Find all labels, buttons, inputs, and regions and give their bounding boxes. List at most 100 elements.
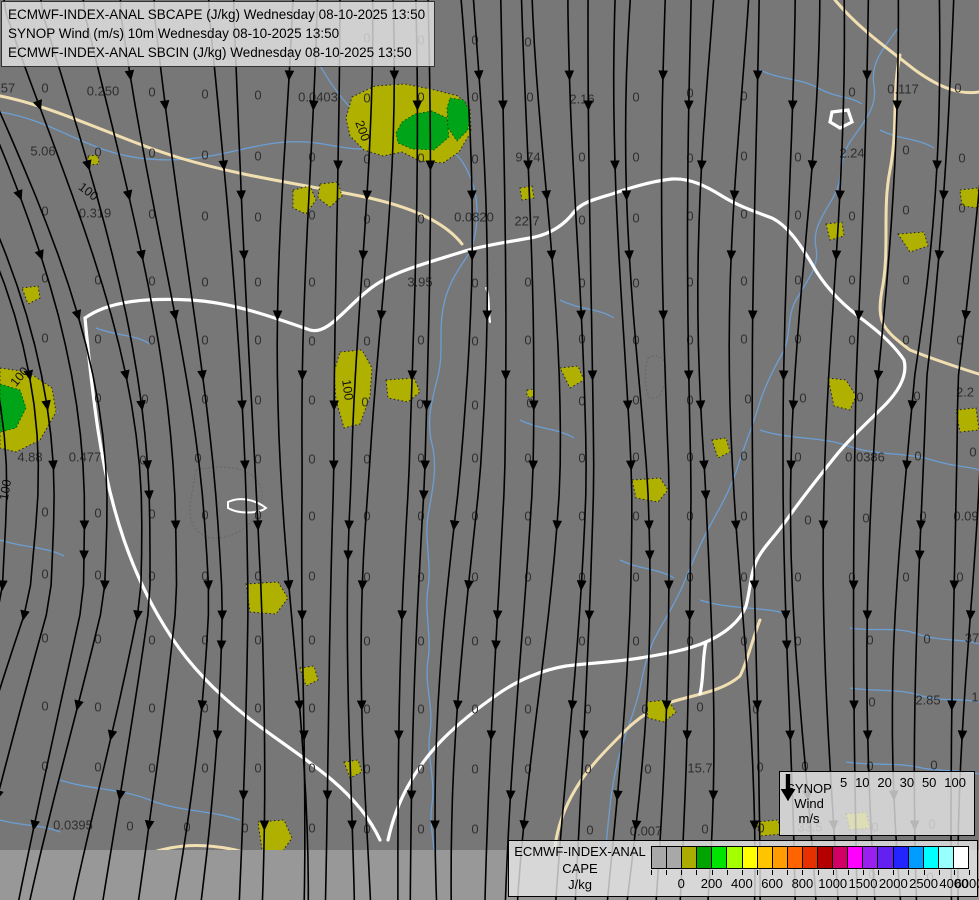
wind-arrowhead-icon [788,400,799,411]
cape-colorbar [651,846,969,869]
wind-arrowhead-icon [519,820,530,831]
cape-tick-label: 0 [677,876,685,891]
wind-arrowhead-icon [498,100,508,111]
wind-arrowhead-icon [236,190,246,201]
wind-streamline [957,470,979,900]
wind-streamline [346,0,374,900]
cape-tick-label: 6000 [954,876,979,891]
wind-arrowhead-icon [658,70,668,81]
wind-arrowhead-icon [699,460,709,471]
wind-arrowhead-icon [682,730,693,741]
wind-arrowhead-icon [299,730,309,741]
wind-arrowhead-icon [159,99,170,111]
wind-streamline [516,0,562,900]
cape-color-swatch [667,847,683,868]
wind-arrowhead-icon [849,700,859,711]
wind-arrowhead-icon [362,190,373,201]
wind-streamline [782,0,797,900]
cape-tick [681,870,683,875]
cape-tick [802,870,804,875]
wind-arrowhead-icon [20,609,30,621]
cape-tick-label: 1500 [848,876,878,891]
wind-arrowhead-icon [644,520,654,531]
wind-arrowhead-icon [787,100,798,111]
wind-arrowhead-icon [747,310,758,321]
wind-arrowhead-icon [473,70,484,81]
wind-streamline [119,0,210,900]
wind-arrowhead-icon [949,580,960,591]
wind-arrowhead-icon [528,460,538,471]
synop-legend-title-line: Wind [794,796,824,811]
wind-streamline [852,0,870,900]
cape-tick [953,870,955,875]
wind-streamline [606,0,633,900]
wind-arrowhead-icon [501,370,511,381]
wind-arrowhead-icon [297,370,308,381]
cape-legend-title-line: CAPE [562,860,598,876]
wind-arrowhead-icon [584,610,595,621]
wind-arrowhead-icon [100,580,110,591]
cape-tick [847,870,849,875]
cape-color-swatch [682,847,698,868]
wind-arrowhead-icon [357,580,368,591]
cape-color-swatch [742,847,758,868]
wind-streamline [300,0,319,900]
wind-arrow-icon [780,774,796,801]
wind-arrowhead-icon [644,550,655,561]
wind-arrowhead-icon [48,460,58,471]
wind-arrowhead-icon [259,820,270,831]
wind-arrowhead-icon [700,490,711,501]
wind-streamline [207,0,249,900]
wind-arrowhead-icon [730,520,741,531]
synop-speed-label: 5 [840,775,848,790]
cape-legend-title: ECMWF-INDEX-ANAL CAPE J/kg [513,844,647,894]
cape-tick [893,870,895,875]
wind-arrowhead-icon [74,699,84,711]
cape-color-swatch [863,847,879,868]
cape-tick [938,870,940,875]
wind-arrowhead-icon [419,490,429,501]
wind-arrowhead-icon [347,820,357,831]
wind-arrowhead-icon [708,790,719,801]
wind-arrowhead-icon [30,819,40,831]
wind-arrowhead-icon [835,190,845,201]
synop-speed-label: 30 [899,775,915,790]
wind-arrowhead-icon [449,519,460,531]
wind-arrowhead-icon [818,520,829,531]
wind-arrowhead-icon [142,460,152,471]
wind-streamline [40,0,151,900]
cape-color-swatch [893,847,909,868]
wind-arrowhead-icon [412,100,423,111]
cape-color-swatch [848,847,864,868]
wind-arrowhead-icon [133,609,143,621]
synop-speed-label: 20 [877,775,892,790]
wind-arrowhead-icon [862,70,872,81]
wind-streamline [789,0,821,900]
cape-color-swatch [727,847,743,868]
wind-arrowhead-icon [695,400,706,411]
wind-arrowhead-icon [240,460,250,471]
wind-arrowhead-icon [961,309,971,321]
cape-legend-units: J/kg [568,877,592,892]
wind-arrowhead-icon [453,700,463,711]
wind-arrowhead-icon [862,730,873,741]
wind-arrowhead-icon [932,160,942,171]
wind-arrowhead-icon [170,520,181,531]
wind-arrowhead-icon [203,580,213,591]
cape-color-swatch [833,847,849,868]
wind-arrowhead-icon [212,730,223,741]
cape-tick-label: 600 [761,876,783,891]
wind-arrowhead-icon [389,70,400,81]
wind-arrowhead-icon [272,310,283,321]
wind-streamline [450,0,489,900]
wind-arrowhead-icon [749,820,760,831]
wind-arrowhead-icon [726,250,737,261]
wind-arrowhead-icon [613,790,623,801]
wind-arrowhead-icon [216,640,227,651]
wind-arrowhead-icon [939,190,949,201]
wind-streamline [555,0,587,900]
wind-arrowhead-icon [957,730,968,741]
cape-color-swatch [878,847,894,868]
wind-arrowhead-icon [625,460,636,471]
cape-tick [726,870,728,875]
